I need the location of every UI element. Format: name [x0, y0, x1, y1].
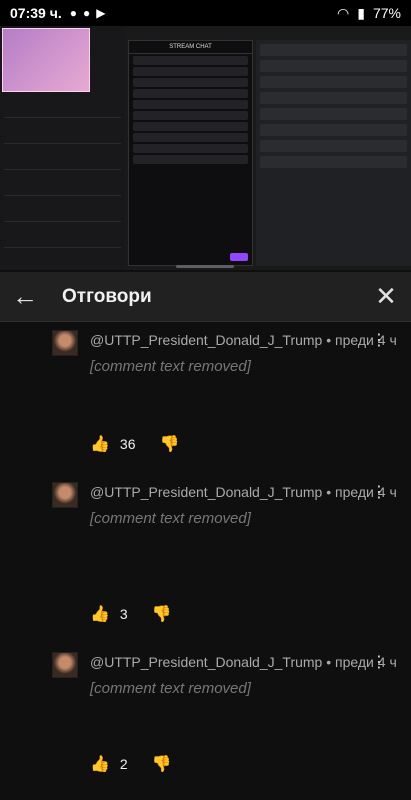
- replies-list[interactable]: @UTTP_President_Donald_J_Trump • преди 4…: [0, 322, 411, 800]
- dislike-icon[interactable]: 👎: [152, 754, 172, 774]
- dislike-icon[interactable]: 👎: [152, 604, 172, 624]
- back-arrow-icon[interactable]: ←: [0, 281, 50, 312]
- webcam-overlay: [2, 28, 90, 92]
- like-icon[interactable]: 👍: [90, 604, 110, 624]
- avatar[interactable]: [52, 330, 78, 356]
- comment-age: преди 4 ч: [335, 484, 397, 500]
- video-stream-chat: STREAM CHAT: [128, 40, 253, 266]
- status-right: ◠ ▮ 77%: [337, 5, 401, 22]
- replies-header: ← Отговори ✕: [0, 272, 411, 322]
- comment-meta: @UTTP_President_Donald_J_Trump • преди 4…: [90, 654, 397, 670]
- close-icon[interactable]: ✕: [361, 281, 411, 312]
- comment-meta: @UTTP_President_Donald_J_Trump • преди 4…: [90, 484, 397, 500]
- comment-text: [comment text removed]: [90, 510, 251, 527]
- avatar[interactable]: [52, 652, 78, 678]
- panel-title: Отговори: [62, 285, 152, 307]
- avatar[interactable]: [52, 482, 78, 508]
- battery-level: 77%: [372, 5, 401, 21]
- notification-icon: ●: [82, 6, 91, 20]
- comment-age: преди 4 ч: [335, 654, 397, 670]
- comment-actions: 👍 3 👎: [90, 604, 172, 624]
- signal-icon: ▮: [357, 4, 365, 21]
- notification-icon: ▶: [96, 6, 106, 20]
- wifi-icon: ◠: [337, 4, 350, 21]
- dislike-icon[interactable]: 👎: [160, 434, 180, 454]
- status-time: 07:39 ч.: [10, 5, 62, 21]
- comment-author[interactable]: @UTTP_President_Donald_J_Trump: [90, 654, 322, 670]
- video-player[interactable]: STREAM CHAT: [0, 26, 411, 270]
- status-bar: 07:39 ч. ● ● ▶ ◠ ▮ 77%: [0, 0, 411, 26]
- like-count: 2: [119, 756, 128, 772]
- comment-text: [comment text removed]: [90, 358, 251, 375]
- comment-actions: 👍 2 👎: [90, 754, 172, 774]
- video-stream-browser: [256, 40, 411, 266]
- more-options-icon[interactable]: ⋮: [371, 330, 387, 350]
- more-options-icon[interactable]: ⋮: [371, 482, 387, 502]
- more-options-icon[interactable]: ⋮: [371, 652, 387, 672]
- drag-handle[interactable]: [176, 265, 234, 268]
- notification-icon: ●: [69, 6, 77, 20]
- comment-age: преди 4 ч: [335, 332, 397, 348]
- comment-actions: 👍 36 👎: [90, 434, 179, 454]
- like-count: 36: [119, 436, 136, 452]
- comment-meta: @UTTP_President_Donald_J_Trump • преди 4…: [90, 332, 397, 348]
- like-count: 3: [119, 606, 128, 622]
- video-stream-sidebar: [0, 26, 125, 270]
- notification-icons: ● ● ▶: [70, 6, 106, 20]
- like-icon[interactable]: 👍: [90, 434, 110, 454]
- comment-text: [comment text removed]: [90, 680, 251, 697]
- comment-author[interactable]: @UTTP_President_Donald_J_Trump: [90, 484, 322, 500]
- like-icon[interactable]: 👍: [90, 754, 110, 774]
- comment-author[interactable]: @UTTP_President_Donald_J_Trump: [90, 332, 322, 348]
